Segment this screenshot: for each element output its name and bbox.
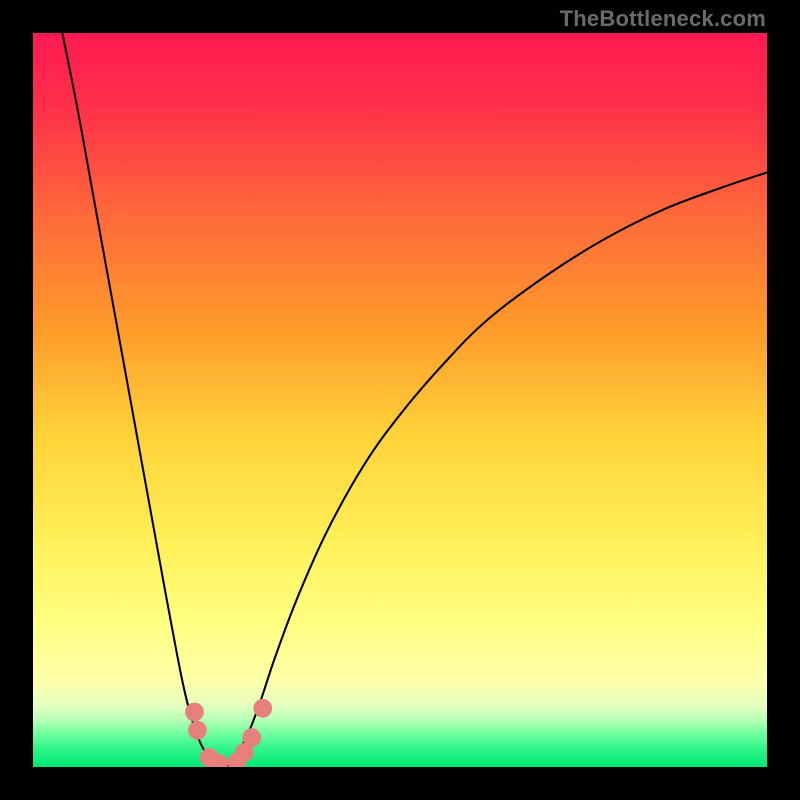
- chart-frame: TheBottleneck.com: [0, 0, 800, 800]
- data-point-marker: [186, 703, 204, 721]
- data-point-marker: [189, 721, 207, 739]
- data-point-markers: [33, 33, 767, 767]
- watermark-text: TheBottleneck.com: [560, 6, 766, 32]
- data-point-marker: [254, 699, 272, 717]
- plot-area: [33, 33, 767, 767]
- data-point-marker: [243, 729, 261, 747]
- data-point-marker: [210, 755, 228, 767]
